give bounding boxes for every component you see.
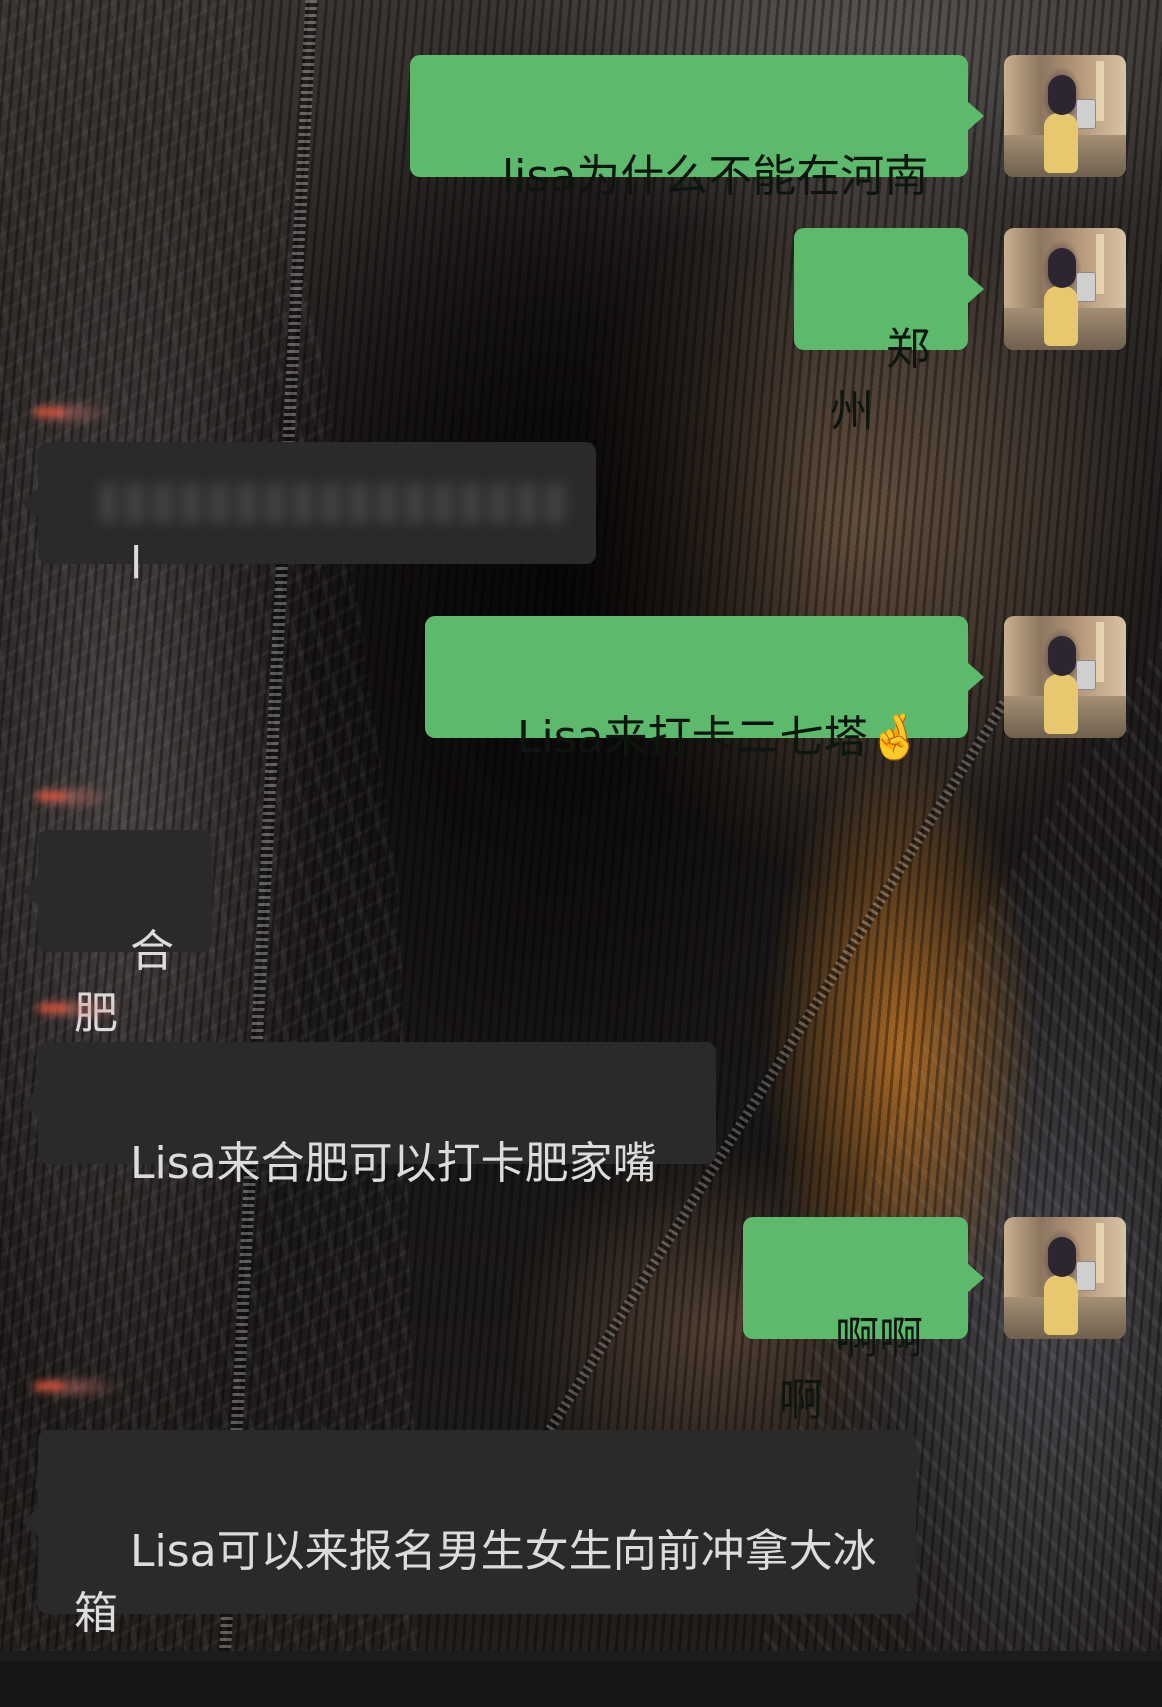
message-text: 郑州 [830, 324, 930, 437]
message-bubble-outgoing[interactable]: Lisa来打卡二七塔🤞 [425, 616, 984, 763]
message-bubble-incoming[interactable]: Lisa来合肥可以打卡肥家嘴 [22, 1042, 716, 1189]
message-text: l [129, 538, 143, 589]
self-avatar[interactable] [1004, 55, 1126, 177]
self-avatar[interactable] [1004, 616, 1126, 738]
message-text: lisa为什么不能在河南 [501, 151, 929, 202]
message-bubble-incoming[interactable]: 合肥 [22, 830, 212, 1039]
bottom-edge [0, 1651, 1162, 1661]
message-bubble-incoming[interactable]: Lisa可以来报名男生女生向前冲拿大冰箱 [22, 1430, 916, 1639]
message-bubble-incoming[interactable]: l [22, 442, 596, 589]
redacted-text-block [100, 483, 570, 523]
self-avatar[interactable] [1004, 228, 1126, 350]
sender-name-redacted [24, 1374, 124, 1400]
message-text: 啊啊啊 [779, 1313, 923, 1426]
message-text: Lisa来打卡二七塔🤞 [516, 712, 923, 763]
sender-name-redacted [28, 996, 128, 1022]
message-bubble-outgoing[interactable]: 啊啊啊 [743, 1217, 984, 1426]
sender-name-redacted [26, 784, 116, 810]
message-text: Lisa来合肥可以打卡肥家嘴 [129, 1138, 657, 1189]
chat-message-list[interactable]: lisa为什么不能在河南 郑州 l Lisa来打卡二七塔🤞 合肥 Lisa来合肥… [0, 0, 1162, 1661]
message-bubble-outgoing[interactable]: lisa为什么不能在河南 [410, 55, 984, 202]
message-text: Lisa可以来报名男生女生向前冲拿大冰箱 [74, 1526, 877, 1639]
message-text: 合肥 [74, 926, 174, 1039]
sender-name-redacted [24, 400, 114, 426]
message-bubble-outgoing[interactable]: 郑州 [794, 228, 984, 437]
self-avatar[interactable] [1004, 1217, 1126, 1339]
